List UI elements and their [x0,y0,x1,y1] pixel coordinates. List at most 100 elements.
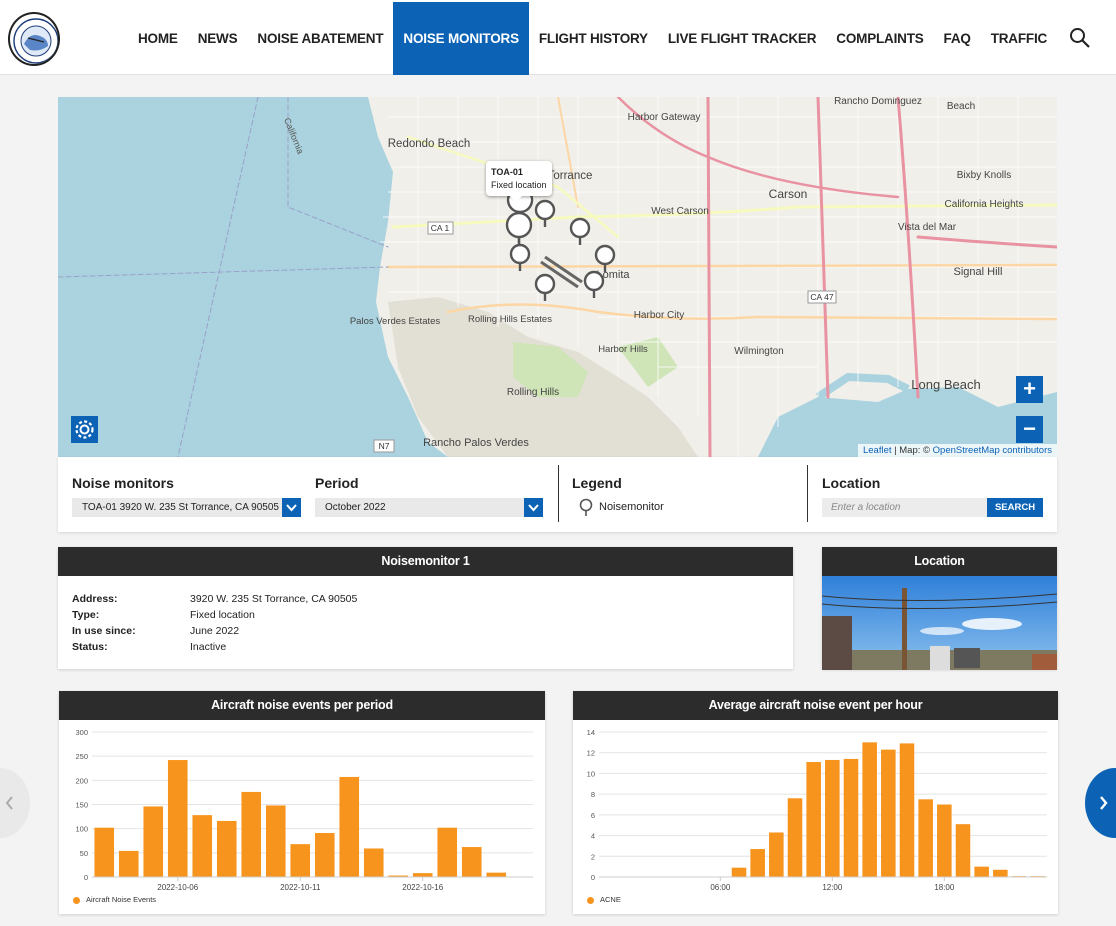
nav-complaints[interactable]: COMPLAINTS [826,2,933,75]
noisemonitor-marker-icon [579,498,593,518]
info-key: In use since: [72,625,136,637]
osm-link[interactable]: OpenStreetMap contributors [933,445,1052,456]
bar[interactable] [241,791,262,877]
bar[interactable] [825,759,840,877]
map-label: Harbor City [634,310,685,321]
popup-text: Fixed location [491,180,547,190]
map-settings-gear-icon[interactable] [71,416,98,443]
x-tick-label: 2022-10-06 [157,883,198,892]
info-key: Type: [72,609,100,621]
info-row-in-use-since: In use since: June 2022 [72,625,572,639]
info-value: Fixed location [190,609,255,621]
divider [558,465,559,522]
avg-noise-event-per-hour-chart: 0 2 4 6 8 10 12 14 06:00 12:00 18:00 [587,728,1047,892]
bar[interactable] [412,873,433,877]
bar[interactable] [750,849,765,877]
info-value: June 2022 [190,625,240,637]
site-header: HOME NEWS NOISE ABATEMENT NOISE MONITORS… [0,0,1116,75]
zoom-in-button[interactable]: + [1016,376,1043,403]
attribution-mid: | Map: © [891,445,933,456]
search-button[interactable]: SEARCH [987,498,1043,517]
bar[interactable] [192,815,213,877]
map-label: Long Beach [911,377,980,392]
noise-events-per-period-card: Aircraft noise events per period 0 50 100 1… [59,691,545,914]
nav-live-flight-tracker[interactable]: LIVE FLIGHT TRACKER [658,2,826,75]
map-label: California Heights [945,199,1024,210]
bar[interactable] [290,844,311,877]
chart2-legend[interactable]: ACNE [587,895,621,904]
map-label: Harbor Gateway [628,112,701,123]
map-label: Palos Verdes Estates [350,316,441,327]
location-photo[interactable] [822,576,1057,670]
bar[interactable] [314,833,335,877]
bar[interactable] [993,869,1008,877]
location-card: Location [822,547,1057,670]
y-tick-label: 0 [591,873,595,882]
bar[interactable] [731,867,747,877]
bar[interactable] [806,762,821,877]
chart1-legend[interactable]: Aircraft Noise Events [73,895,156,904]
bar[interactable] [787,798,803,877]
legend-swatch [587,896,594,904]
bar[interactable] [94,827,115,877]
period-select[interactable]: October 2022 [315,498,543,517]
bar[interactable] [881,749,896,877]
search-icon[interactable] [1068,26,1092,50]
location-card-title: Location [822,547,1057,576]
bar[interactable] [974,866,989,877]
map-label: Signal Hill [954,266,1003,278]
bar[interactable] [769,832,784,877]
bar[interactable] [143,806,164,877]
nav-faq[interactable]: FAQ [934,2,981,75]
map-label: West Carson [651,206,709,217]
chevron-right-icon [1100,796,1108,810]
map-marker [534,273,556,295]
bar[interactable] [899,743,915,877]
leaflet-link[interactable]: Leaflet [863,445,892,456]
bar[interactable] [918,799,933,877]
nav-flight-history[interactable]: FLIGHT HISTORY [529,2,658,75]
bar[interactable] [486,872,507,877]
carousel-next-button[interactable] [1085,768,1116,838]
location-input[interactable]: Enter a location [822,498,988,517]
map-marker [569,217,591,239]
zoom-out-button[interactable]: − [1016,416,1043,443]
chevron-down-icon[interactable] [282,498,301,517]
nav-home[interactable]: HOME [128,2,188,75]
bar[interactable] [955,824,971,877]
chevron-down-icon[interactable] [524,498,543,517]
bar[interactable] [265,805,286,877]
y-tick-label: 300 [75,728,88,737]
y-tick-label: 150 [75,801,88,810]
popup-title: TOA-01 [491,167,523,177]
map-label: Carson [769,187,808,201]
bar[interactable] [461,847,482,877]
bar[interactable] [216,820,237,877]
bar[interactable] [862,742,877,877]
avg-noise-event-per-hour-card: Average aircraft noise event per hour 0 2… [573,691,1058,914]
noisemonitor-title: Noisemonitor 1 [58,547,793,576]
bar[interactable] [437,827,458,877]
site-logo[interactable] [8,12,60,66]
bar[interactable] [167,760,188,877]
info-key: Address: [72,593,118,605]
info-row-address: Address: 3920 W. 235 St Torrance, CA 905… [72,593,572,607]
nav-noise-monitors[interactable]: NOISE MONITORS [393,2,529,75]
bar[interactable] [118,850,139,877]
period-label: Period [315,475,359,491]
carousel-prev-button[interactable] [0,768,30,838]
bar[interactable] [937,804,952,878]
map-marker [583,270,605,292]
legend-swatch [73,896,80,904]
noise-monitor-map[interactable]: Rancho Dominguez Beach Harbor Gateway Re… [58,97,1057,457]
noise-monitor-select[interactable]: TOA-01 3920 W. 235 St Torrance, CA 90505 [72,498,301,517]
nav-traffic[interactable]: TRAFFIC [981,2,1057,75]
bar[interactable] [339,776,360,877]
bar[interactable] [843,758,859,877]
map-marker [594,244,616,266]
x-tick-label: 12:00 [822,883,843,892]
nav-news[interactable]: NEWS [188,2,248,75]
bar[interactable] [363,848,384,877]
nav-noise-abatement[interactable]: NOISE ABATEMENT [247,2,393,75]
map-label: Torrance [548,170,593,182]
